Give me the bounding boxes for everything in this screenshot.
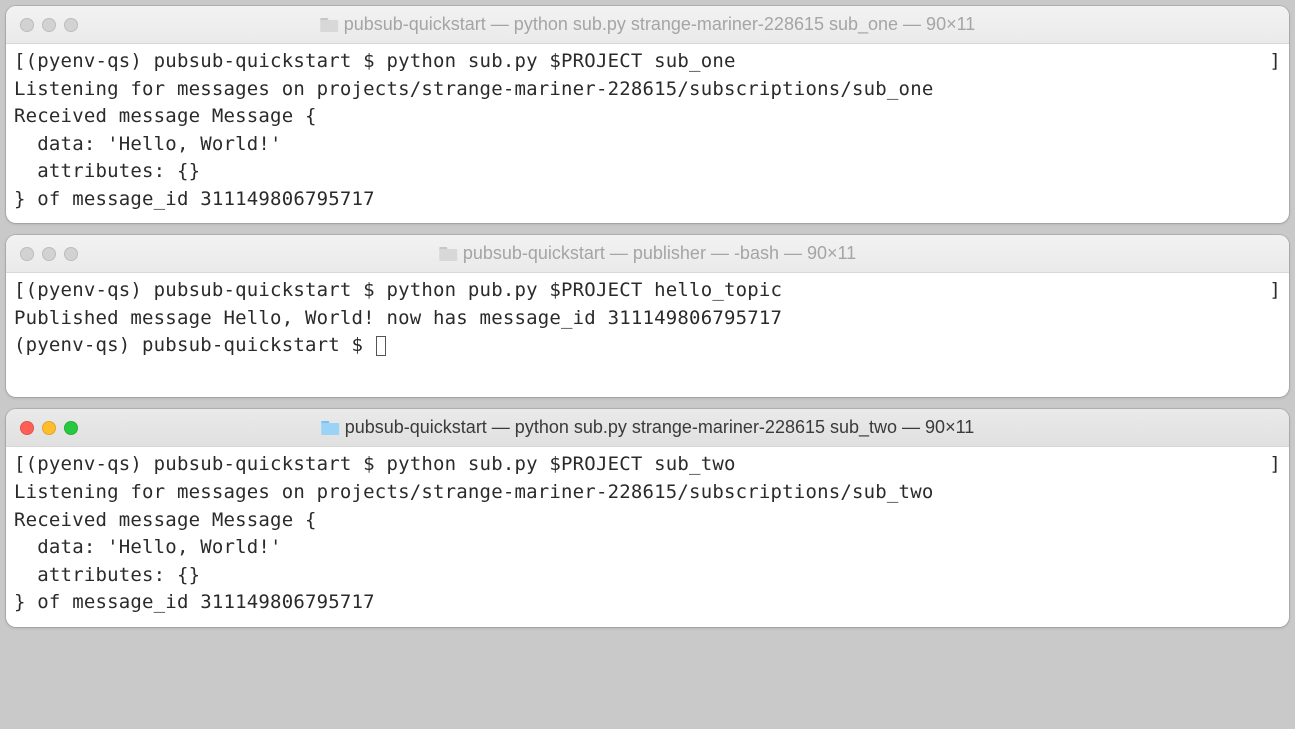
- prompt-line: (pyenv-qs) pubsub-quickstart $ python pu…: [26, 277, 1270, 305]
- traffic-lights: [20, 247, 78, 261]
- prompt-text: (pyenv-qs) pubsub-quickstart $: [14, 334, 375, 356]
- terminal-line: [(pyenv-qs) pubsub-quickstart $ python s…: [14, 48, 1281, 76]
- terminal-window[interactable]: pubsub-quickstart — python sub.py strang…: [6, 6, 1289, 223]
- terminal-prompt-line: (pyenv-qs) pubsub-quickstart $: [14, 332, 1281, 360]
- folder-icon: [320, 18, 338, 32]
- window-title: pubsub-quickstart — python sub.py strang…: [345, 417, 975, 438]
- terminal-window[interactable]: pubsub-quickstart — publisher — -bash — …: [6, 235, 1289, 397]
- bracket-close: ]: [1269, 277, 1281, 305]
- traffic-lights: [20, 18, 78, 32]
- close-button[interactable]: [20, 18, 34, 32]
- terminal-window[interactable]: pubsub-quickstart — python sub.py strang…: [6, 409, 1289, 626]
- minimize-button[interactable]: [42, 18, 56, 32]
- bracket-open: [: [14, 277, 26, 305]
- maximize-button[interactable]: [64, 247, 78, 261]
- bracket-close: ]: [1269, 48, 1281, 76]
- close-button[interactable]: [20, 421, 34, 435]
- window-title: pubsub-quickstart — python sub.py strang…: [344, 14, 976, 35]
- title-center: pubsub-quickstart — publisher — -bash — …: [439, 243, 856, 264]
- window-titlebar[interactable]: pubsub-quickstart — publisher — -bash — …: [6, 235, 1289, 273]
- blank-line: [14, 360, 1281, 388]
- terminal-output-line: Listening for messages on projects/stran…: [14, 76, 1281, 104]
- folder-icon: [439, 247, 457, 261]
- prompt-line: (pyenv-qs) pubsub-quickstart $ python su…: [26, 48, 1270, 76]
- close-button[interactable]: [20, 247, 34, 261]
- bracket-open: [: [14, 451, 26, 479]
- terminal-output-line: data: 'Hello, World!': [14, 131, 1281, 159]
- minimize-button[interactable]: [42, 247, 56, 261]
- traffic-lights: [20, 421, 78, 435]
- terminal-output-line: Listening for messages on projects/stran…: [14, 479, 1281, 507]
- folder-icon: [321, 421, 339, 435]
- terminal-output-line: data: 'Hello, World!': [14, 534, 1281, 562]
- minimize-button[interactable]: [42, 421, 56, 435]
- terminal-output-line: Received message Message {: [14, 507, 1281, 535]
- maximize-button[interactable]: [64, 18, 78, 32]
- terminal-output-line: Published message Hello, World! now has …: [14, 305, 1281, 333]
- window-titlebar[interactable]: pubsub-quickstart — python sub.py strang…: [6, 6, 1289, 44]
- title-center: pubsub-quickstart — python sub.py strang…: [321, 417, 975, 438]
- terminal-output-line: attributes: {}: [14, 562, 1281, 590]
- prompt-line: (pyenv-qs) pubsub-quickstart $ python su…: [26, 451, 1270, 479]
- terminal-output-line: } of message_id 311149806795717: [14, 589, 1281, 617]
- terminal-body[interactable]: [(pyenv-qs) pubsub-quickstart $ python s…: [6, 44, 1289, 223]
- cursor-icon: [376, 336, 386, 356]
- terminal-output-line: attributes: {}: [14, 158, 1281, 186]
- terminal-output-line: Received message Message {: [14, 103, 1281, 131]
- bracket-open: [: [14, 48, 26, 76]
- terminal-body[interactable]: [(pyenv-qs) pubsub-quickstart $ python p…: [6, 273, 1289, 397]
- maximize-button[interactable]: [64, 421, 78, 435]
- terminal-output-line: } of message_id 311149806795717: [14, 186, 1281, 214]
- window-titlebar[interactable]: pubsub-quickstart — python sub.py strang…: [6, 409, 1289, 447]
- terminal-body[interactable]: [(pyenv-qs) pubsub-quickstart $ python s…: [6, 447, 1289, 626]
- bracket-close: ]: [1269, 451, 1281, 479]
- terminal-line: [(pyenv-qs) pubsub-quickstart $ python s…: [14, 451, 1281, 479]
- terminal-line: [(pyenv-qs) pubsub-quickstart $ python p…: [14, 277, 1281, 305]
- window-title: pubsub-quickstart — publisher — -bash — …: [463, 243, 856, 264]
- title-center: pubsub-quickstart — python sub.py strang…: [320, 14, 976, 35]
